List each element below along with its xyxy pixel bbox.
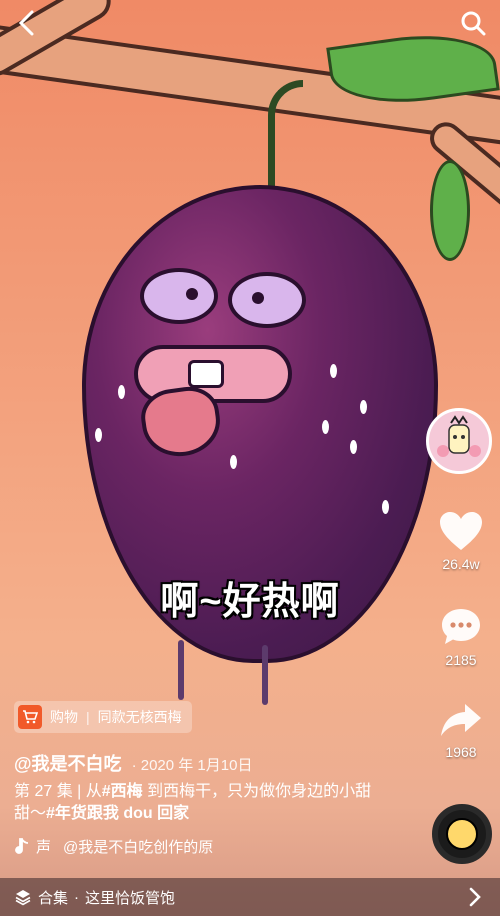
video-frame[interactable]: [0, 0, 500, 916]
comment-icon: [442, 609, 480, 644]
share-action[interactable]: 1968: [428, 700, 494, 760]
avatar-image: [429, 411, 489, 471]
plum-leg: [178, 640, 184, 700]
sweat-drop: [330, 364, 337, 378]
plum-leg: [262, 645, 268, 705]
shopping-divider: |: [86, 709, 90, 725]
music-disc[interactable]: [432, 804, 492, 864]
sweat-drop: [382, 500, 389, 514]
sweat-drop: [230, 455, 237, 469]
sweat-drop: [350, 440, 357, 454]
like-count: 26.4w: [442, 556, 480, 572]
video-description: 第 27 集 | 从#西梅 到西梅干，只为做你身边的小甜甜～#年货跟我 dou …: [14, 781, 374, 825]
plum-eye-left: [140, 268, 218, 324]
plum-eye-right: [228, 272, 306, 328]
hashtag-link[interactable]: #年货跟我 dou 回家: [46, 805, 189, 822]
desc-text: 第 27 集 | 从: [14, 783, 102, 800]
back-button[interactable]: [12, 8, 42, 38]
collection-label: 合集: [38, 889, 69, 907]
author-avatar[interactable]: [426, 408, 492, 474]
video-caption: 啊~好热啊: [160, 581, 340, 623]
search-button[interactable]: [458, 8, 488, 38]
share-count: 1968: [445, 744, 477, 760]
chevron-right-icon: [469, 887, 481, 907]
collection-bar[interactable]: 合集 · 这里恰饭管饱: [0, 878, 500, 916]
sweat-drop: [118, 385, 125, 399]
shopping-product: 同款无核西梅: [97, 709, 182, 725]
music-text: @我是不白吃创作的原: [63, 839, 214, 856]
comment-count: 2185: [445, 652, 477, 668]
sweat-drop: [322, 420, 329, 434]
share-icon: [441, 704, 481, 736]
shopping-cart-icon: [18, 705, 42, 729]
comment-action[interactable]: 2185: [428, 606, 494, 668]
plum-tooth: [188, 360, 224, 388]
author-handle[interactable]: @我是不白吃: [14, 750, 122, 776]
music-note-icon: [15, 837, 29, 854]
sweat-drop: [360, 400, 367, 414]
sweat-drop: [95, 428, 102, 442]
leaf: [430, 160, 470, 261]
layers-icon: [15, 890, 31, 906]
music-tag: 声: [36, 839, 52, 856]
shopping-chip[interactable]: 购物 | 同款无核西梅: [14, 701, 192, 733]
heart-icon: [440, 512, 482, 550]
collection-dot: ·: [74, 888, 80, 906]
collection-title: 这里恰饭管饱: [85, 889, 176, 907]
music-line[interactable]: 声 @我是不白吃创作的原: [14, 836, 213, 857]
post-date: · 2020 年 1月10日: [131, 757, 253, 774]
like-action[interactable]: 26.4w: [428, 510, 494, 572]
author-line: @我是不白吃 · 2020 年 1月10日: [14, 750, 252, 776]
chevron-left-icon: [18, 10, 34, 36]
disc-cover: [446, 818, 478, 850]
shopping-label: 购物: [50, 709, 78, 725]
search-icon: [461, 11, 486, 36]
hashtag-link[interactable]: #西梅: [102, 783, 143, 800]
